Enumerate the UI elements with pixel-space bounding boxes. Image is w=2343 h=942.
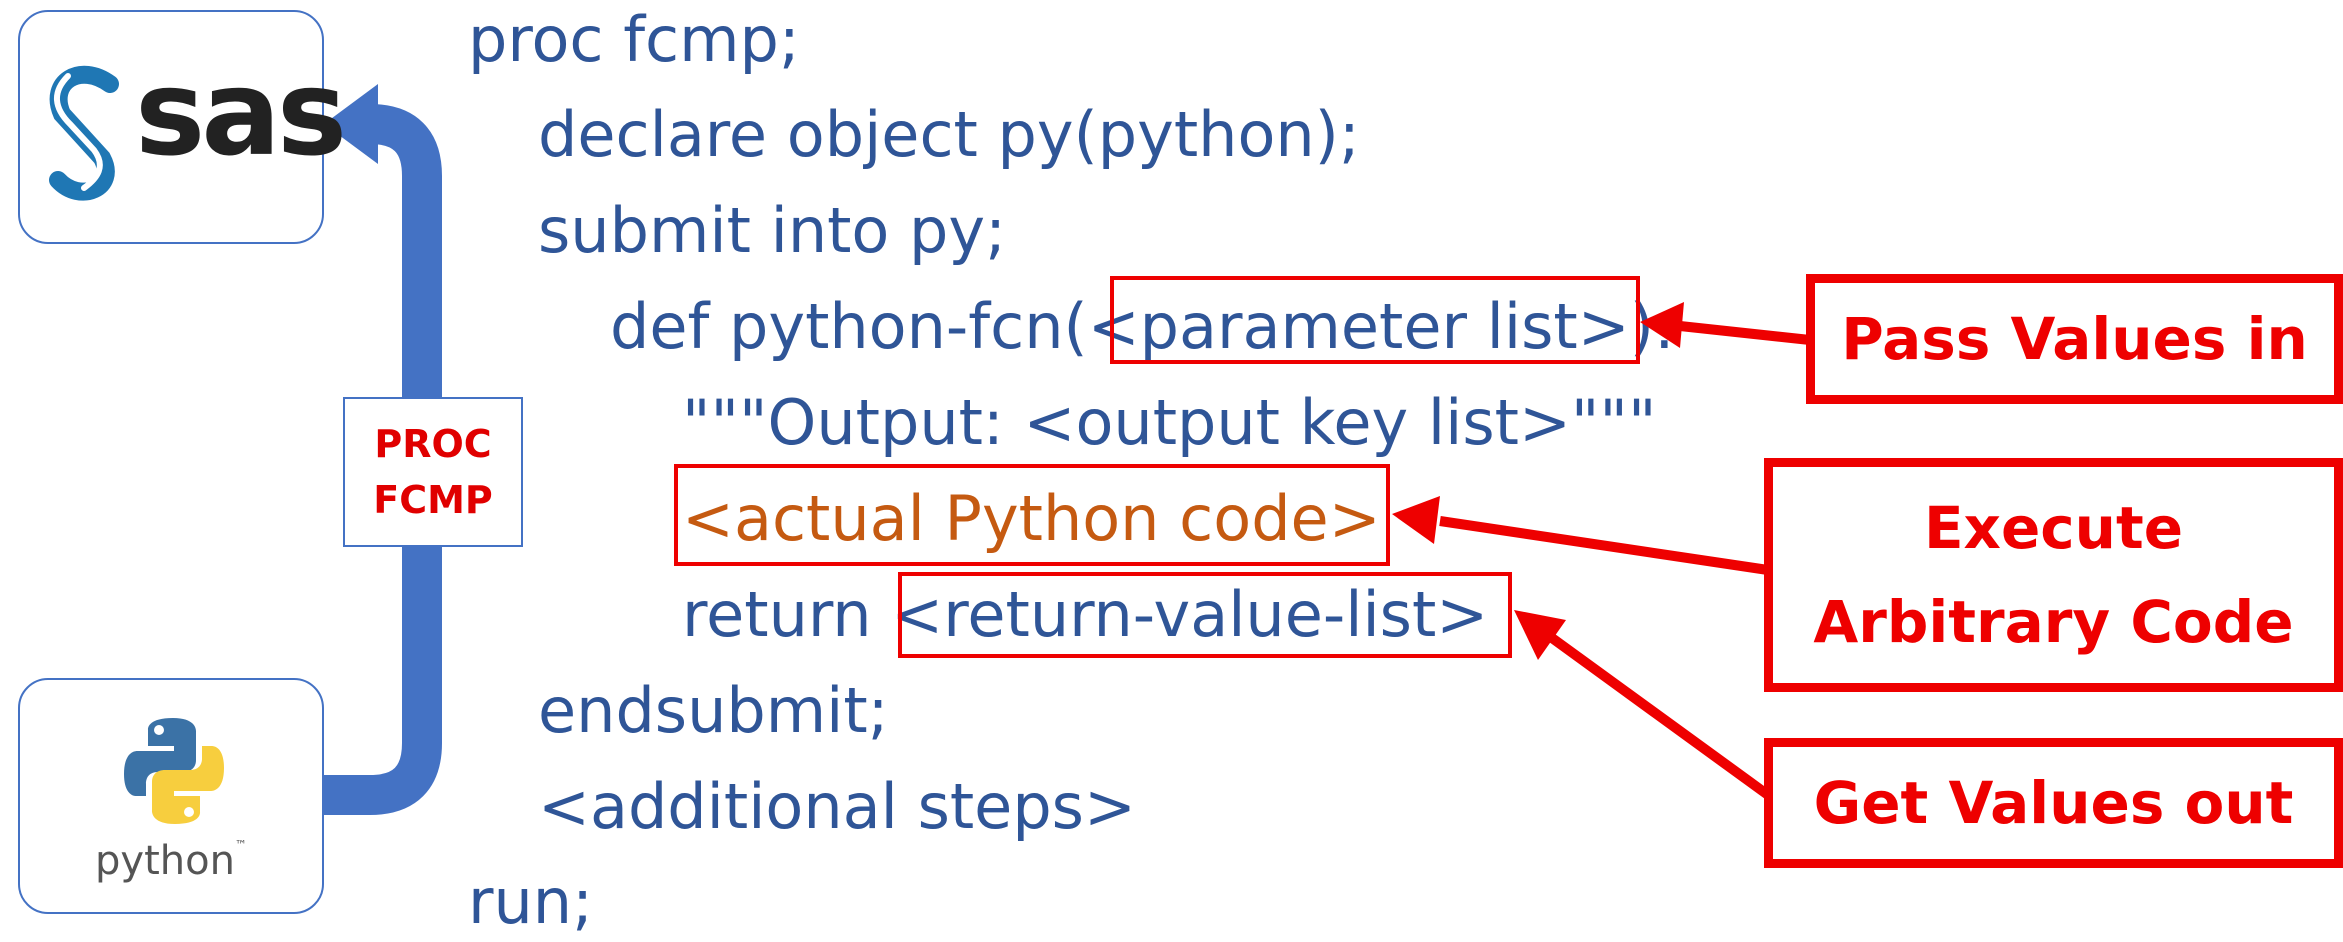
get-out-arrowhead [1514,610,1566,660]
execute-label-line2: Arbitrary Code [1813,588,2294,656]
get-out-arrow-shaft [1549,633,1771,800]
pass-values-in-callout: Pass Values in [1806,274,2343,404]
execute-code-callout: Execute Arbitrary Code [1764,458,2343,692]
pass-values-in-label: Pass Values in [1841,305,2308,373]
get-values-out-label: Get Values out [1813,769,2294,837]
execute-arrowhead [1392,496,1440,544]
get-values-out-callout: Get Values out [1764,738,2343,868]
pass-in-arrowhead [1640,302,1684,348]
execute-arrow-shaft [1439,516,1769,575]
pass-in-arrow-shaft [1679,321,1811,345]
execute-label-line1: Execute [1923,494,2184,562]
